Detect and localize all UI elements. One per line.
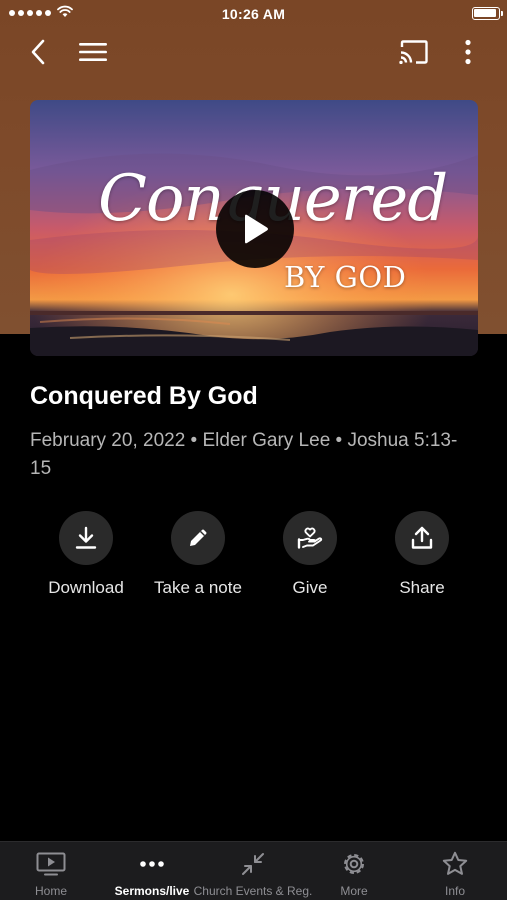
play-button[interactable] <box>216 190 294 268</box>
back-button[interactable] <box>20 34 56 70</box>
take-note-label: Take a note <box>154 578 242 597</box>
chevron-left-icon <box>31 39 45 65</box>
action-row: Download Take a note Give Share <box>0 511 507 611</box>
share-button[interactable]: Share <box>362 511 482 598</box>
tv-play-icon <box>36 852 66 876</box>
play-icon <box>245 214 268 244</box>
download-button[interactable]: Download <box>26 511 146 598</box>
download-circle <box>59 511 113 565</box>
sermon-meta: February 20, 2022 • Elder Gary Lee • Jos… <box>30 430 458 479</box>
top-nav-bar <box>0 28 507 76</box>
download-icon <box>75 526 97 549</box>
take-note-circle <box>171 511 225 565</box>
tab-info[interactable]: Info <box>405 842 505 900</box>
share-circle <box>395 511 449 565</box>
cast-icon <box>399 40 428 64</box>
video-subtitle: BY GOD <box>284 260 407 294</box>
pencil-icon <box>190 529 207 546</box>
battery-icon <box>472 7 503 20</box>
collapse-arrows-icon <box>242 853 264 875</box>
give-label: Give <box>292 578 328 597</box>
status-bar: 10:26 AM <box>0 0 507 28</box>
share-icon <box>411 526 433 549</box>
menu-button[interactable] <box>75 34 111 70</box>
status-time: 10:26 AM <box>221 6 286 22</box>
cast-button[interactable] <box>396 34 432 70</box>
bottom-tab-bar: Home Sermons/live Church Events & Reg. M… <box>0 841 507 900</box>
give-button[interactable]: Give <box>250 511 370 598</box>
vertical-dots-icon <box>465 39 471 65</box>
star-icon <box>442 851 468 875</box>
sermon-video-thumbnail[interactable]: Conquered BY GOD <box>30 100 478 356</box>
give-circle <box>283 511 337 565</box>
dots-icon <box>140 861 164 867</box>
take-note-button[interactable]: Take a note <box>138 511 258 598</box>
hamburger-menu-icon <box>79 43 107 61</box>
heart-hand-icon <box>297 527 323 549</box>
tab-info-label: Info <box>444 884 465 898</box>
sermon-title: Conquered By God <box>30 382 258 410</box>
share-label: Share <box>399 578 445 597</box>
gear-icon <box>344 854 364 874</box>
more-options-button[interactable] <box>450 34 486 70</box>
download-label: Download <box>48 578 124 597</box>
